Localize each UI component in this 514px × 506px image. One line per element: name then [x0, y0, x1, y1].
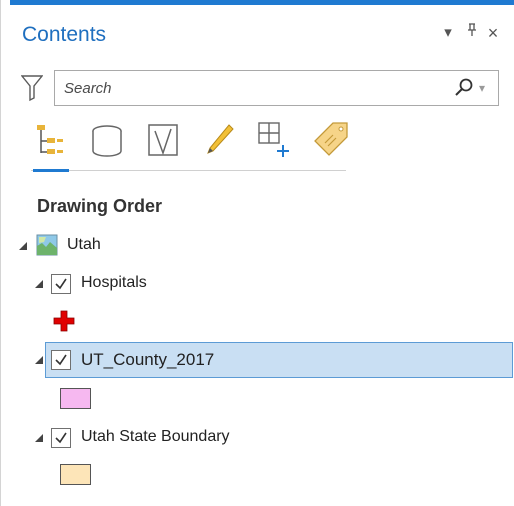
chevron-down-icon: ▾ [444, 24, 452, 41]
checkmark-icon [55, 354, 67, 366]
layer-name: Utah State Boundary [81, 428, 230, 445]
tree-item-layer-ut-county-2017[interactable]: UT_County_2017 [33, 346, 513, 376]
list-by-snapping-icon [258, 122, 289, 157]
red-cross-symbol-icon[interactable] [53, 310, 75, 332]
search-box: ▾ [54, 70, 499, 106]
filter-icon [20, 75, 44, 102]
collapse-triangle-icon[interactable] [33, 432, 45, 444]
list-by-selection-icon [148, 124, 178, 156]
polygon-symbol-swatch[interactable] [60, 464, 91, 485]
close-button[interactable]: × [484, 23, 502, 43]
checkmark-icon [55, 432, 67, 444]
list-by-labeling-icon [314, 122, 348, 156]
tree-item-layer-utah-state-boundary[interactable]: Utah State Boundary [33, 424, 333, 454]
layer-visibility-checkbox[interactable] [51, 428, 71, 448]
search-button[interactable] [453, 77, 475, 99]
layer-visibility-checkbox[interactable] [51, 274, 71, 294]
pane-title-bar: Contents ▾ × [11, 5, 514, 55]
search-input[interactable] [55, 71, 435, 105]
pane-options-button[interactable]: ▾ [439, 23, 457, 43]
chevron-down-icon: ▾ [479, 81, 486, 95]
collapse-triangle-icon[interactable] [17, 240, 29, 252]
polygon-symbol-swatch[interactable] [60, 388, 91, 409]
list-by-drawing-order-icon [37, 125, 63, 154]
layer-name: UT_County_2017 [81, 350, 215, 369]
search-icon [455, 78, 473, 96]
layer-visibility-checkbox[interactable] [51, 350, 71, 370]
tab-list-by-drawing-order[interactable] [31, 119, 71, 172]
auto-hide-button[interactable] [463, 23, 481, 43]
tree-item-map[interactable]: Utah [17, 232, 217, 262]
search-options-dropdown[interactable]: ▾ [479, 79, 493, 97]
list-by-data-source-icon [92, 125, 122, 157]
filter-button[interactable] [20, 74, 44, 102]
collapse-triangle-icon[interactable] [33, 278, 45, 290]
tab-list-by-editing[interactable] [199, 119, 239, 161]
list-by-editing-icon [207, 124, 234, 154]
tree-item-layer-hospitals[interactable]: Hospitals [33, 270, 333, 300]
map-icon [36, 234, 58, 256]
tab-list-by-selection[interactable] [143, 119, 183, 161]
tab-list-by-data-source[interactable] [87, 119, 127, 161]
list-by-toolbar [31, 115, 348, 172]
map-name: Utah [67, 236, 101, 253]
tab-list-by-snapping[interactable] [255, 119, 295, 161]
drawing-order-heading: Drawing Order [37, 196, 163, 216]
contents-pane: Contents ▾ × ▾ [0, 0, 514, 506]
tab-list-by-labeling[interactable] [311, 119, 351, 161]
checkmark-icon [55, 278, 67, 290]
layer-name: Hospitals [81, 274, 147, 291]
close-icon: × [487, 23, 499, 43]
pane-title: Contents [22, 23, 107, 46]
collapse-triangle-icon[interactable] [33, 354, 45, 366]
pin-icon [468, 23, 476, 36]
